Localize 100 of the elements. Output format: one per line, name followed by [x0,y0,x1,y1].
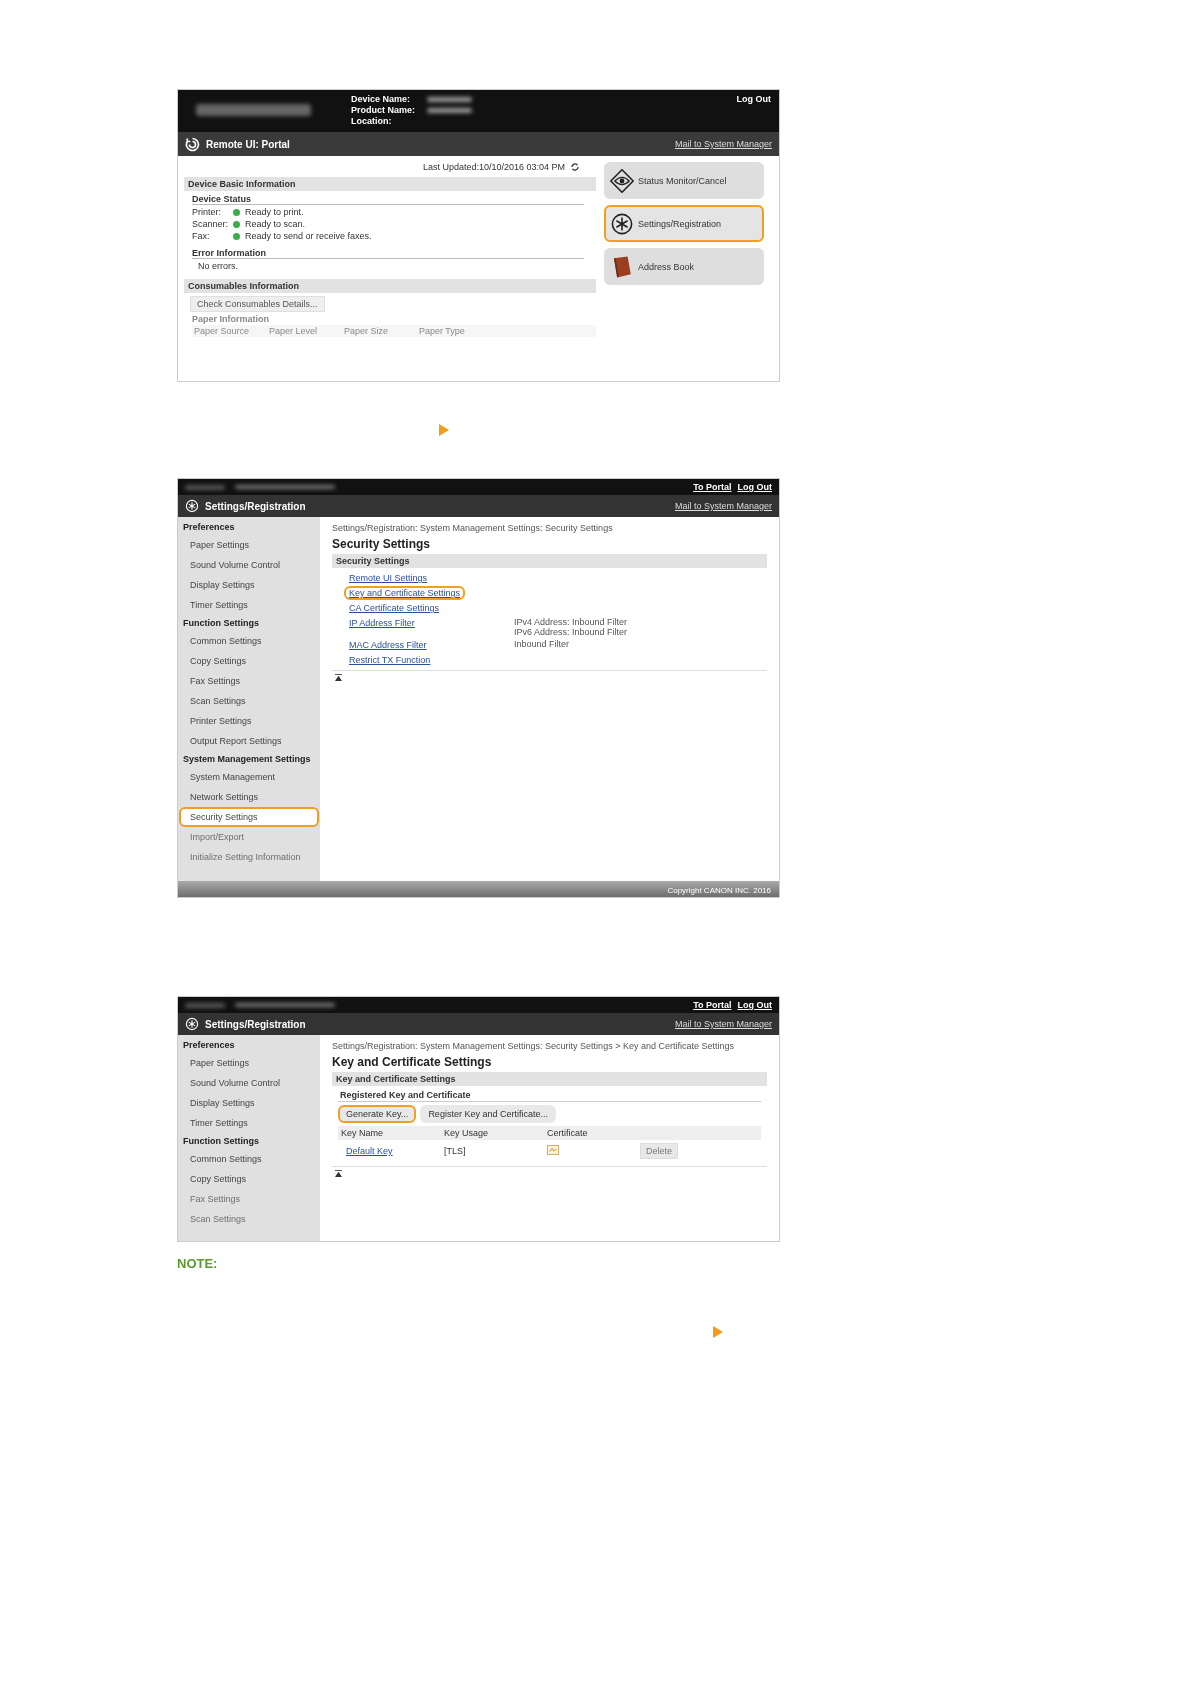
sidebar-item[interactable]: Common Settings [179,1149,319,1169]
settings-link[interactable]: Restrict TX Function [344,653,436,667]
setting-description: Inbound Filter [514,639,570,649]
sidebar-item[interactable]: Common Settings [179,631,319,651]
column-header: Paper Source [194,326,251,336]
action-button[interactable]: Generate Key... [338,1105,417,1123]
page-heading: Key and Certificate Settings [332,1055,493,1069]
key-name-link[interactable]: Default Key [341,1144,398,1158]
sidebar-item[interactable]: Scan Settings [179,691,319,711]
status-dot [233,208,240,216]
status-text: Ready to send or receive faxes. [245,231,372,241]
status-text: Ready to scan. [245,219,306,229]
sidebar-item[interactable]: System Management [179,767,319,787]
sidebar-item[interactable]: Initialize Setting Information [179,847,319,867]
section-header: Device Basic Information [184,177,596,191]
refresh-icon[interactable] [570,162,580,172]
blurred-text [185,484,225,490]
copyright-text: Copyright CANON INC. 2016 [667,885,771,895]
eye-icon [610,168,634,193]
menu-button[interactable]: Settings/Registration [604,205,764,242]
menu-button[interactable]: Address Book [604,248,764,285]
window-title: Remote UI: Portal [206,138,290,150]
sidebar-item[interactable]: Scan Settings [179,1209,319,1229]
back-to-top-icon[interactable] [335,674,342,681]
sidebar-item[interactable]: Import/Export [179,827,319,847]
sidebar-item[interactable]: Fax Settings [179,671,319,691]
asterisk-circle-icon [185,499,199,513]
sidebar-item[interactable]: Display Settings [179,1093,319,1113]
setting-description: IPv6 Address: Inbound Filter [514,627,628,637]
sidebar-heading: System Management Settings [182,753,312,766]
sidebar-heading: Preferences [182,521,236,534]
subsection-title: Device Status [192,194,584,205]
subsection-title: Error Information [192,248,584,259]
sidebar-item[interactable]: Output Report Settings [179,731,319,751]
column-header: Certificate [546,1128,589,1138]
device-label: Device Name: [351,94,412,105]
sidebar-item[interactable]: Timer Settings [179,1113,319,1133]
page-heading: Security Settings [332,537,432,551]
sidebar-item[interactable]: Display Settings [179,575,319,595]
last-updated-text: Last Updated:10/10/2016 03:04 PM [422,162,565,172]
device-type-label: Printer: [192,207,222,217]
sidebar-item[interactable]: Sound Volume Control [179,555,319,575]
header-link[interactable]: To Portal [693,1000,732,1010]
sidebar-item[interactable]: Paper Settings [179,1053,319,1073]
logout-link[interactable]: Log Out [736,94,771,104]
device-label: Product Name: [351,105,416,116]
subsection-title: Registered Key and Certificate [338,1090,761,1102]
triangle-icon [713,1326,723,1338]
table-cell: [TLS] [444,1146,466,1156]
settings-link[interactable]: IP Address Filter [344,616,420,630]
sidebar-item[interactable]: Sound Volume Control [179,1073,319,1093]
column-header: Paper Level [269,326,319,336]
status-dot [233,232,240,240]
status-dot [233,220,240,228]
sidebar-item[interactable]: Printer Settings [179,711,319,731]
subsection-title: Paper Information [192,314,270,324]
settings-link[interactable]: Remote UI Settings [344,571,433,585]
column-header: Paper Size [344,326,390,336]
asterisk-circle-icon [185,1017,199,1031]
device-label: Location: [351,116,393,127]
device-type-label: Scanner: [192,219,228,229]
note-heading: NOTE: [177,1256,219,1271]
section-header: Consumables Information [184,279,596,293]
header-link[interactable]: Log Out [737,482,772,492]
column-header: Key Usage [443,1128,490,1138]
settings-link[interactable]: MAC Address Filter [344,638,432,652]
sidebar-item[interactable]: Fax Settings [179,1189,319,1209]
sidebar-item[interactable]: Security Settings [179,807,319,827]
blurred-text [427,97,472,102]
mail-link[interactable]: Mail to System Manager [674,501,772,511]
mail-link[interactable]: Mail to System Manager [674,1019,772,1029]
column-header: Key Name [340,1128,385,1138]
sidebar-item[interactable]: Paper Settings [179,535,319,555]
sidebar-heading: Preferences [182,1039,236,1052]
settings-link[interactable]: Key and Certificate Settings [344,586,466,600]
status-text: Ready to print. [245,207,304,217]
window-title: Settings/Registration [205,500,306,512]
settings-link[interactable]: CA Certificate Settings [344,601,445,615]
blurred-text [427,108,472,113]
sidebar-item[interactable]: Copy Settings [179,651,319,671]
triangle-icon [439,424,449,436]
menu-button[interactable]: Status Monitor/Cancel [604,162,764,199]
breadcrumb: Settings/Registration: System Management Settings: Security Settings [332,523,614,533]
sidebar-item[interactable]: Network Settings [179,787,319,807]
setting-description: IPv4 Address: Inbound Filter [514,617,628,627]
error-text: No errors. [198,261,239,271]
back-to-top-icon[interactable] [335,1170,342,1177]
action-button[interactable]: Register Key and Certificate... [420,1105,556,1123]
asterisk-circle-icon [610,211,634,236]
sidebar-item[interactable]: Copy Settings [179,1169,319,1189]
header-link[interactable]: Log Out [737,1000,772,1010]
sidebar-heading: Function Settings [182,1135,260,1148]
check-details-button[interactable]: Check Consumables Details... [190,296,325,312]
column-header: Paper Type [419,326,466,336]
breadcrumb: Settings/Registration: System Management Settings: Security Settings > Key and Certificate Settings [332,1041,735,1051]
sidebar-item[interactable]: Timer Settings [179,595,319,615]
mail-link[interactable]: Mail to System Manager [674,139,772,149]
sidebar-heading: Function Settings [182,617,260,630]
header-link[interactable]: To Portal [693,482,732,492]
device-type-label: Fax: [192,231,211,241]
